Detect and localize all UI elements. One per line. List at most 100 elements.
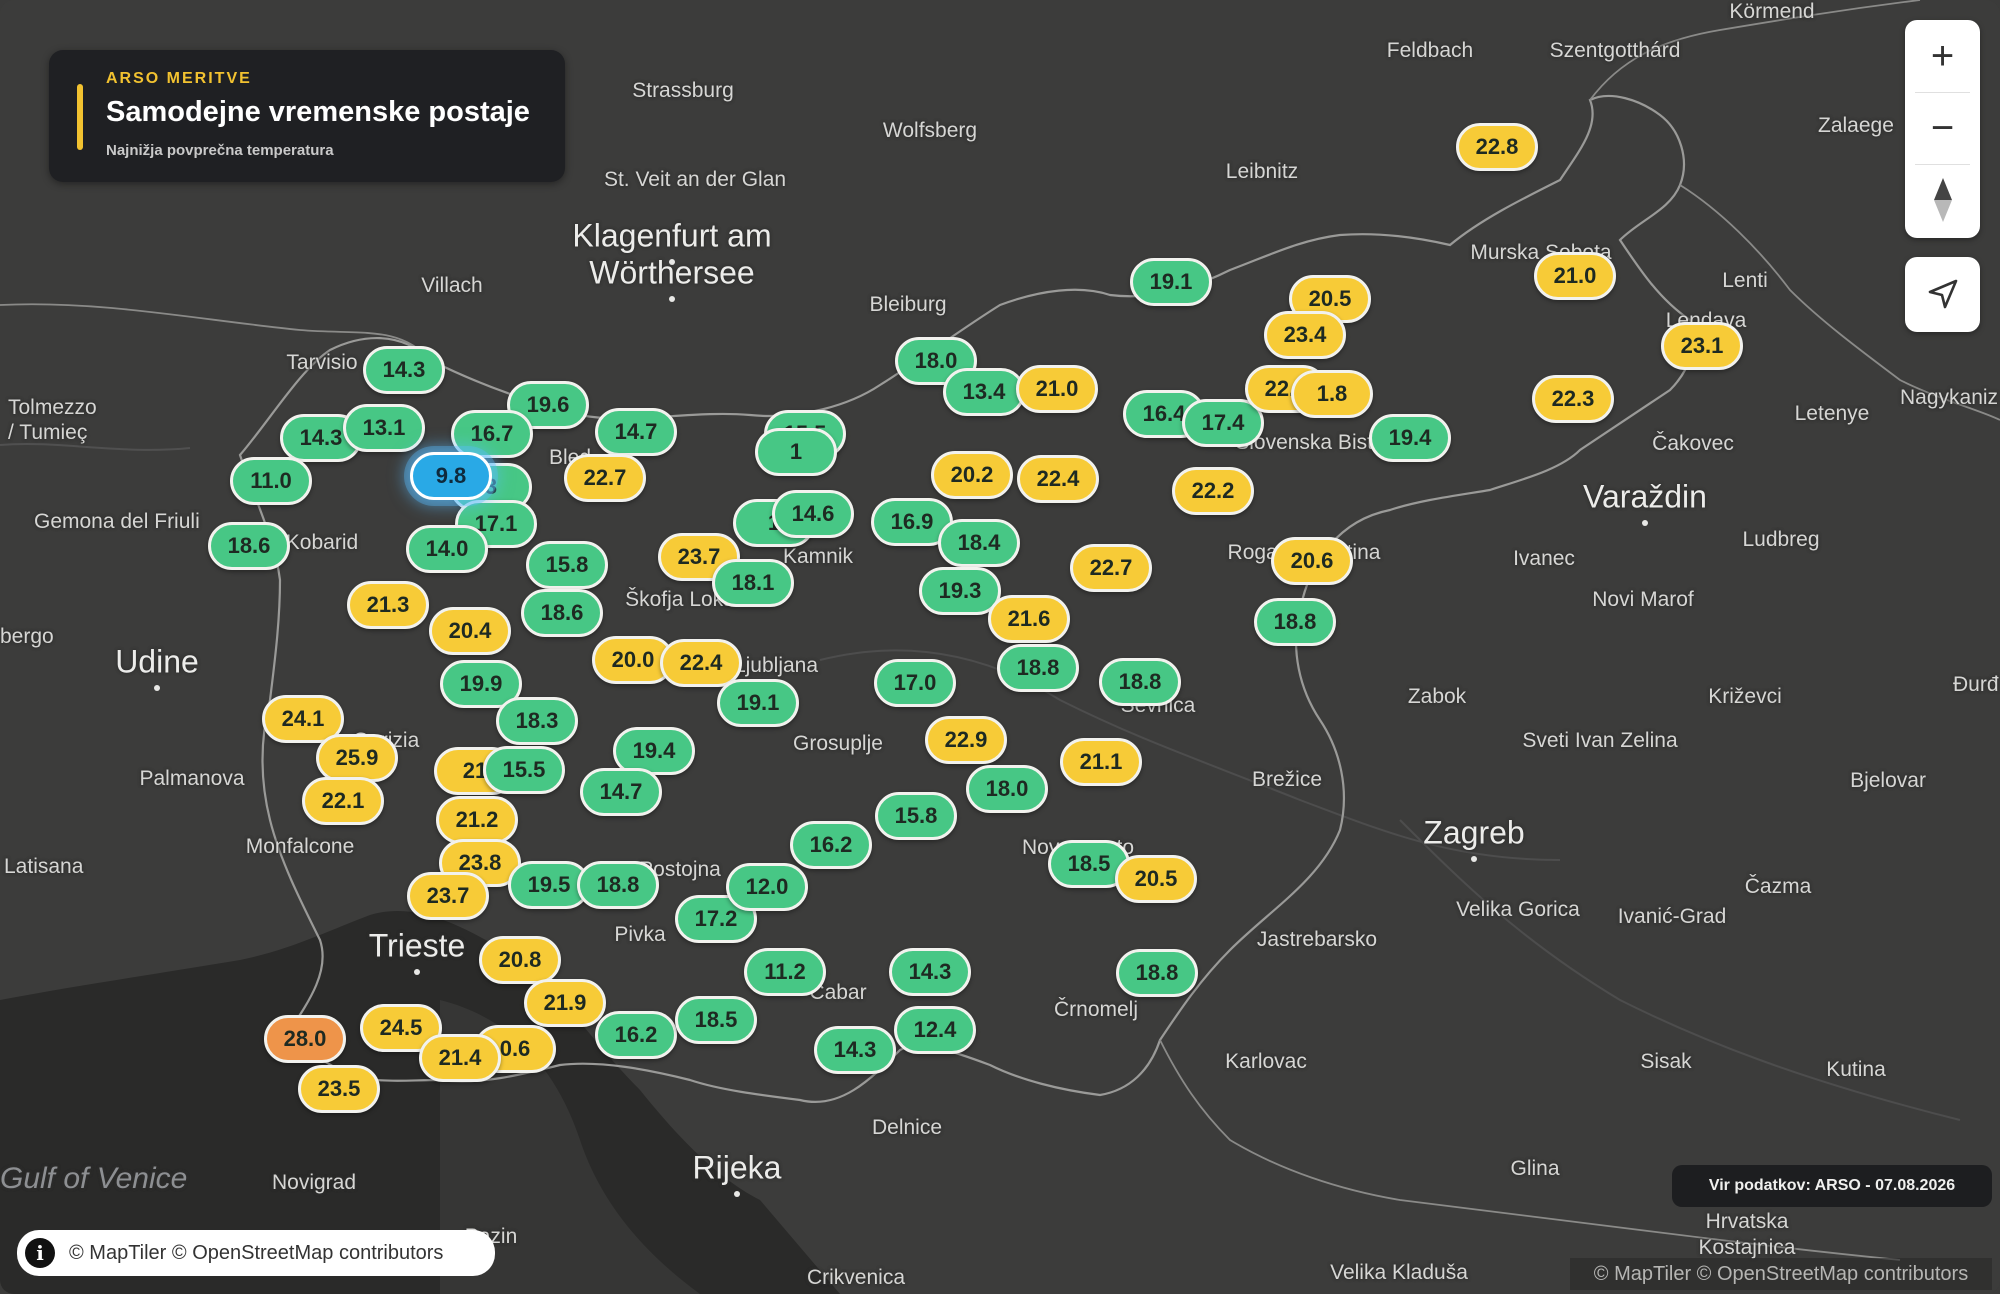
attribution-pill[interactable]: i © MapTiler © OpenStreetMap contributor… [17, 1230, 495, 1276]
accent-bar [77, 84, 83, 150]
plus-icon: + [1930, 34, 1955, 78]
temperature-marker[interactable]: 14.0 [406, 525, 488, 573]
temperature-marker[interactable]: 9.8 [410, 452, 492, 500]
temperature-marker[interactable]: 21.0 [1016, 365, 1098, 413]
temperature-marker[interactable]: 22.4 [1017, 455, 1099, 503]
temperature-marker[interactable]: 21.6 [988, 595, 1070, 643]
temperature-marker[interactable]: 18.1 [712, 559, 794, 607]
place-label: bergo [0, 625, 54, 648]
temperature-marker[interactable]: 16.2 [790, 821, 872, 869]
temperature-marker[interactable]: 18.5 [675, 996, 757, 1044]
temperature-marker[interactable]: 1 [755, 428, 837, 476]
temperature-marker[interactable]: 20.6 [1271, 537, 1353, 585]
temperature-marker[interactable]: 19.1 [1130, 258, 1212, 306]
place-label: Bjelovar [1850, 769, 1926, 792]
temperature-marker[interactable]: 22.7 [1070, 544, 1152, 592]
place-dot [669, 296, 675, 302]
place-label: Črnomelj [1053, 998, 1139, 1021]
place-label: Jastrebarsko [1256, 928, 1378, 951]
place-label: Kamnik [782, 545, 854, 568]
temperature-marker[interactable]: 14.6 [772, 490, 854, 538]
temperature-marker[interactable]: 21.2 [436, 796, 518, 844]
place-label: Karlovac [1225, 1050, 1307, 1073]
card-title: Samodejne vremenske postaje [106, 96, 530, 128]
temperature-marker[interactable]: 21.9 [524, 979, 606, 1027]
place-label: Đurđ [1953, 673, 1999, 696]
temperature-marker[interactable]: 22.8 [1456, 123, 1538, 171]
place-label: Villach [421, 274, 483, 297]
temperature-marker[interactable]: 20.8 [479, 936, 561, 984]
zoom-controls: + − [1905, 20, 1980, 238]
temperature-marker[interactable]: 13.4 [943, 368, 1025, 416]
temperature-marker[interactable]: 25.9 [316, 734, 398, 782]
temperature-marker[interactable]: 28.0 [264, 1015, 346, 1063]
temperature-marker[interactable]: 14.7 [580, 768, 662, 816]
zoom-out-button[interactable]: − [1905, 96, 1980, 160]
temperature-marker[interactable]: 14.3 [814, 1026, 896, 1074]
temperature-marker[interactable]: 22.4 [660, 639, 742, 687]
place-label: Pivka [614, 923, 666, 946]
data-source-label: Vir podatkov: ARSO - 07.08.2026 [1672, 1165, 1992, 1207]
temperature-marker[interactable]: 21.0 [1534, 252, 1616, 300]
place-label: Sisak [1640, 1050, 1692, 1073]
temperature-marker[interactable]: 18.8 [997, 644, 1079, 692]
temperature-marker[interactable]: 15.8 [875, 792, 957, 840]
temperature-marker[interactable]: 18.0 [966, 765, 1048, 813]
place-dot [154, 685, 160, 691]
temperature-marker[interactable]: 19.1 [717, 679, 799, 727]
temperature-marker[interactable]: 22.3 [1532, 375, 1614, 423]
temperature-marker[interactable]: 22.2 [1172, 467, 1254, 515]
temperature-marker[interactable]: 20.2 [931, 451, 1013, 499]
zoom-in-button[interactable]: + [1905, 24, 1980, 88]
place-label: Hrvatska [1705, 1210, 1789, 1233]
temperature-marker[interactable]: 15.5 [483, 746, 565, 794]
temperature-marker[interactable]: 17.0 [874, 659, 956, 707]
map-canvas[interactable]: Körmend Feldbach Szentgotthárd Zalaege Stras… [0, 0, 2000, 1294]
temperature-marker[interactable]: 23.5 [298, 1065, 380, 1113]
temperature-marker[interactable]: 1.8 [1291, 370, 1373, 418]
locate-button[interactable] [1905, 262, 1980, 326]
temperature-marker[interactable]: 19.3 [919, 567, 1001, 615]
temperature-marker[interactable]: 13.1 [343, 404, 425, 452]
temperature-marker[interactable]: 18.3 [496, 697, 578, 745]
temperature-marker[interactable]: 16.2 [595, 1011, 677, 1059]
temperature-marker[interactable]: 18.8 [1099, 658, 1181, 706]
temperature-marker[interactable]: 18.6 [208, 522, 290, 570]
temperature-marker[interactable]: 15.8 [526, 541, 608, 589]
info-icon[interactable]: i [25, 1238, 55, 1268]
temperature-marker[interactable]: 18.6 [521, 589, 603, 637]
temperature-marker[interactable]: 18.4 [938, 519, 1020, 567]
place-label: Glina [1510, 1157, 1560, 1180]
temperature-marker[interactable]: 11.2 [744, 948, 826, 996]
temperature-marker[interactable]: 22.1 [302, 777, 384, 825]
attribution-corner[interactable]: © MapTiler © OpenStreetMap contributors [1570, 1258, 1992, 1290]
temperature-marker[interactable]: 18.8 [1116, 949, 1198, 997]
temperature-marker[interactable]: 14.3 [363, 346, 445, 394]
compass-button[interactable] [1905, 168, 1980, 232]
temperature-marker[interactable]: 11.0 [230, 457, 312, 505]
temperature-marker[interactable]: 23.4 [1264, 311, 1346, 359]
temperature-marker[interactable]: 16.7 [451, 410, 533, 458]
temperature-marker[interactable]: 21.1 [1060, 738, 1142, 786]
temperature-marker[interactable]: 18.8 [577, 861, 659, 909]
temperature-marker[interactable]: 14.7 [595, 408, 677, 456]
temperature-marker[interactable]: 12.0 [726, 863, 808, 911]
temperature-marker[interactable]: 22.9 [925, 716, 1007, 764]
place-label: Ludbreg [1742, 528, 1820, 551]
temperature-marker[interactable]: 21.4 [419, 1034, 501, 1082]
temperature-marker[interactable]: 20.5 [1115, 855, 1197, 903]
temperature-marker[interactable]: 19.4 [1369, 414, 1451, 462]
place-label: Čazma [1744, 875, 1812, 898]
temperature-marker[interactable]: 20.4 [429, 607, 511, 655]
temperature-marker[interactable]: 22.7 [564, 454, 646, 502]
temperature-marker[interactable]: 23.7 [407, 872, 489, 920]
temperature-marker[interactable]: 23.1 [1661, 322, 1743, 370]
temperature-marker[interactable]: 14.3 [889, 948, 971, 996]
place-label: Gemona del Friuli [34, 510, 200, 533]
temperature-marker[interactable]: 12.4 [894, 1006, 976, 1054]
place-label: St. Veit an der Glan [603, 168, 787, 191]
place-dot [734, 1191, 740, 1197]
locate-control [1905, 257, 1980, 332]
temperature-marker[interactable]: 18.8 [1254, 598, 1336, 646]
temperature-marker[interactable]: 21.3 [347, 581, 429, 629]
